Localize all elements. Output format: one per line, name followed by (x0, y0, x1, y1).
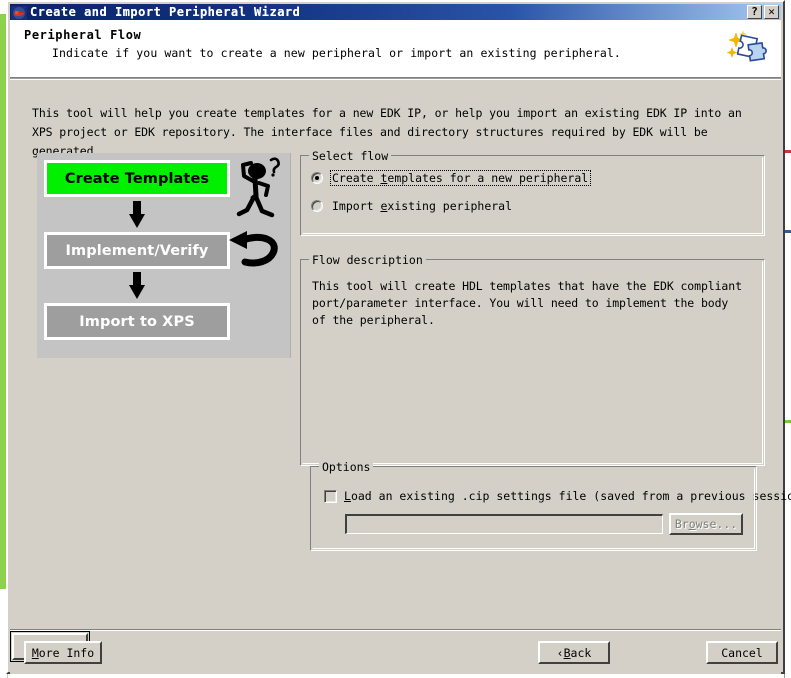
flow-description-legend: Flow description (309, 253, 426, 267)
flow-diagram: Create Templates Implement/Verify Import… (37, 153, 291, 358)
options-group: Options Load an existing .cip settings f… (310, 460, 791, 551)
wizard-app-icon (11, 5, 27, 20)
thinking-stick-figure-icon (233, 156, 288, 224)
background-noise-2 (785, 230, 791, 233)
load-cip-label: Load an existing .cip settings file (sav… (344, 489, 791, 503)
page-header: Peripheral Flow Indicate if you want to … (10, 20, 781, 78)
peripheral-wizard-dialog: Create and Import Peripheral Wizard ? ✕ … (6, 0, 791, 674)
flow-description-group: Flow description This tool will create H… (300, 253, 765, 466)
flow-step-implement-verify: Implement/Verify (44, 232, 230, 269)
flow-arrow-down-1 (129, 201, 145, 229)
flow-step-create-templates: Create Templates (44, 160, 230, 197)
puzzle-piece-sparkle-icon (726, 26, 771, 70)
select-flow-legend: Select flow (309, 149, 392, 163)
options-legend: Options (319, 460, 374, 474)
background-window-right-sliver (784, 0, 791, 678)
page-title: Peripheral Flow (24, 28, 142, 42)
radio-import-existing[interactable]: Import existing peripheral (311, 198, 515, 214)
loop-back-arrow-icon (229, 231, 281, 269)
background-noise-3 (785, 420, 791, 423)
title-bar-buttons: ? ✕ (747, 5, 779, 19)
radio-label-import-existing: Import existing peripheral (332, 199, 513, 213)
browse-button[interactable]: Br o wse... (669, 513, 743, 535)
help-button[interactable]: ? (747, 5, 762, 19)
page-subtitle: Indicate if you want to create a new per… (52, 46, 621, 60)
back-button[interactable]: ‹ Back (538, 641, 610, 664)
radio-mark-import-existing[interactable] (311, 200, 323, 212)
flow-arrow-down-2 (129, 272, 145, 300)
radio-label-create-templates: Create templates for a new peripheral (330, 170, 592, 186)
header-separator (10, 78, 781, 80)
flow-description-text: This tool will create HDL templates that… (312, 279, 742, 327)
load-cip-checkbox-row[interactable]: Load an existing .cip settings file (sav… (324, 489, 791, 503)
background-noise-1 (785, 150, 791, 153)
close-button[interactable]: ✕ (764, 5, 779, 19)
dialog-body: This tool will help you create templates… (10, 81, 791, 629)
window-title: Create and Import Peripheral Wizard (30, 5, 301, 19)
cancel-button[interactable]: Cancel (706, 641, 778, 664)
dialog-footer: More Info ‹ Back Next › Cancel (10, 631, 781, 674)
more-info-button[interactable]: More Info (24, 641, 102, 664)
cip-path-input[interactable] (345, 514, 663, 534)
radio-create-templates[interactable]: Create templates for a new peripheral (311, 170, 592, 186)
title-bar[interactable]: Create and Import Peripheral Wizard ? ✕ (10, 4, 781, 20)
load-cip-checkbox[interactable] (324, 489, 337, 503)
select-flow-group: Select flow Create templates for a new p… (300, 149, 765, 236)
flow-step-import-to-xps: Import to XPS (44, 303, 230, 340)
radio-mark-create-templates[interactable] (311, 172, 323, 184)
